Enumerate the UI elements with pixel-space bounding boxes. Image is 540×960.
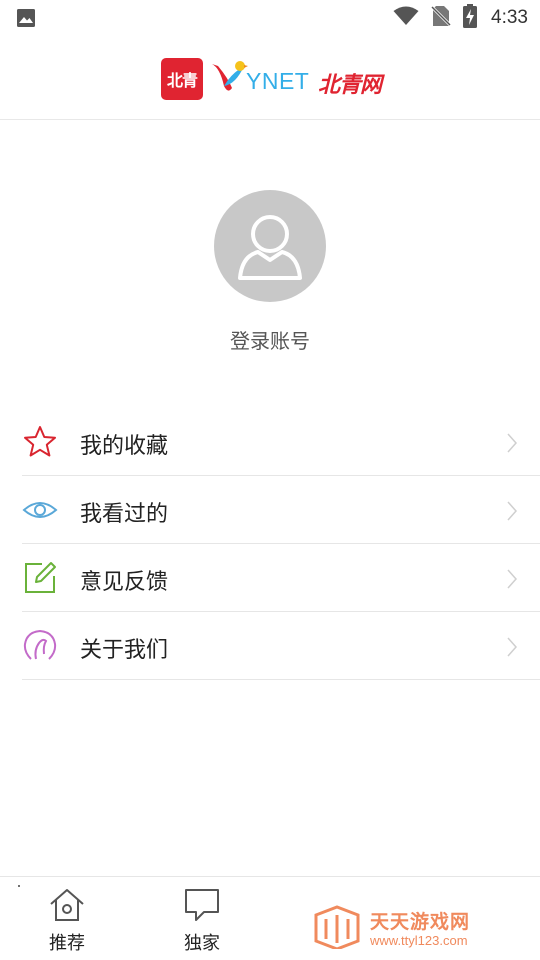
chevron-right-icon — [507, 501, 518, 521]
menu-item-label: 关于我们 — [80, 638, 169, 663]
logo-cn-text: 北青网 — [318, 72, 382, 98]
battery-charging-icon — [463, 4, 478, 32]
divider-dot — [18, 885, 20, 887]
image-icon — [16, 8, 36, 32]
logo-badge: 北青 — [161, 58, 203, 100]
site-watermark: 天天游戏网 www.ttyl123.com — [312, 905, 512, 955]
user-silhouette-icon — [238, 215, 302, 280]
chevron-right-icon — [507, 637, 518, 657]
star-icon — [22, 424, 58, 460]
home-icon — [50, 889, 84, 921]
tab-label: 推荐 — [49, 933, 85, 954]
eye-icon — [22, 492, 58, 528]
about-icon — [22, 628, 58, 664]
watermark-logo-icon — [314, 905, 360, 951]
chat-icon — [185, 889, 219, 921]
menu-item-history[interactable]: 我看过的 — [22, 476, 540, 544]
status-bar: 4:33 — [0, 0, 540, 36]
watermark-title: 天天游戏网 — [370, 911, 471, 933]
watermark-url: www.ttyl123.com — [370, 933, 468, 948]
tab-recommend[interactable]: 推荐 — [22, 877, 112, 960]
menu-item-label: 我的收藏 — [80, 434, 169, 459]
menu-item-about[interactable]: 关于我们 — [22, 612, 540, 680]
clock: 4:33 — [491, 7, 528, 28]
bottom-tab-bar: 推荐 独家 天天游戏网 www.ttyl123.com — [0, 876, 540, 960]
avatar[interactable] — [214, 190, 326, 302]
menu-list: 我的收藏 我看过的 意见反馈 关于我们 — [22, 408, 540, 680]
wifi-icon — [393, 6, 419, 30]
tab-label: 独家 — [184, 933, 220, 954]
edit-icon — [22, 560, 58, 596]
chevron-right-icon — [507, 433, 518, 453]
logo-ynet-text: YNET — [246, 68, 310, 94]
tab-exclusive[interactable]: 独家 — [157, 877, 247, 960]
menu-item-feedback[interactable]: 意见反馈 — [22, 544, 540, 612]
app-header: 北青 YNET 北青网 — [0, 36, 540, 120]
chevron-right-icon — [507, 569, 518, 589]
menu-item-label: 意见反馈 — [80, 570, 169, 595]
bird-logo-icon — [210, 58, 248, 102]
menu-item-label: 我看过的 — [80, 502, 169, 527]
login-account-link[interactable]: 登录账号 — [0, 325, 540, 354]
menu-item-favorites[interactable]: 我的收藏 — [22, 408, 540, 476]
no-sim-icon — [430, 5, 452, 31]
